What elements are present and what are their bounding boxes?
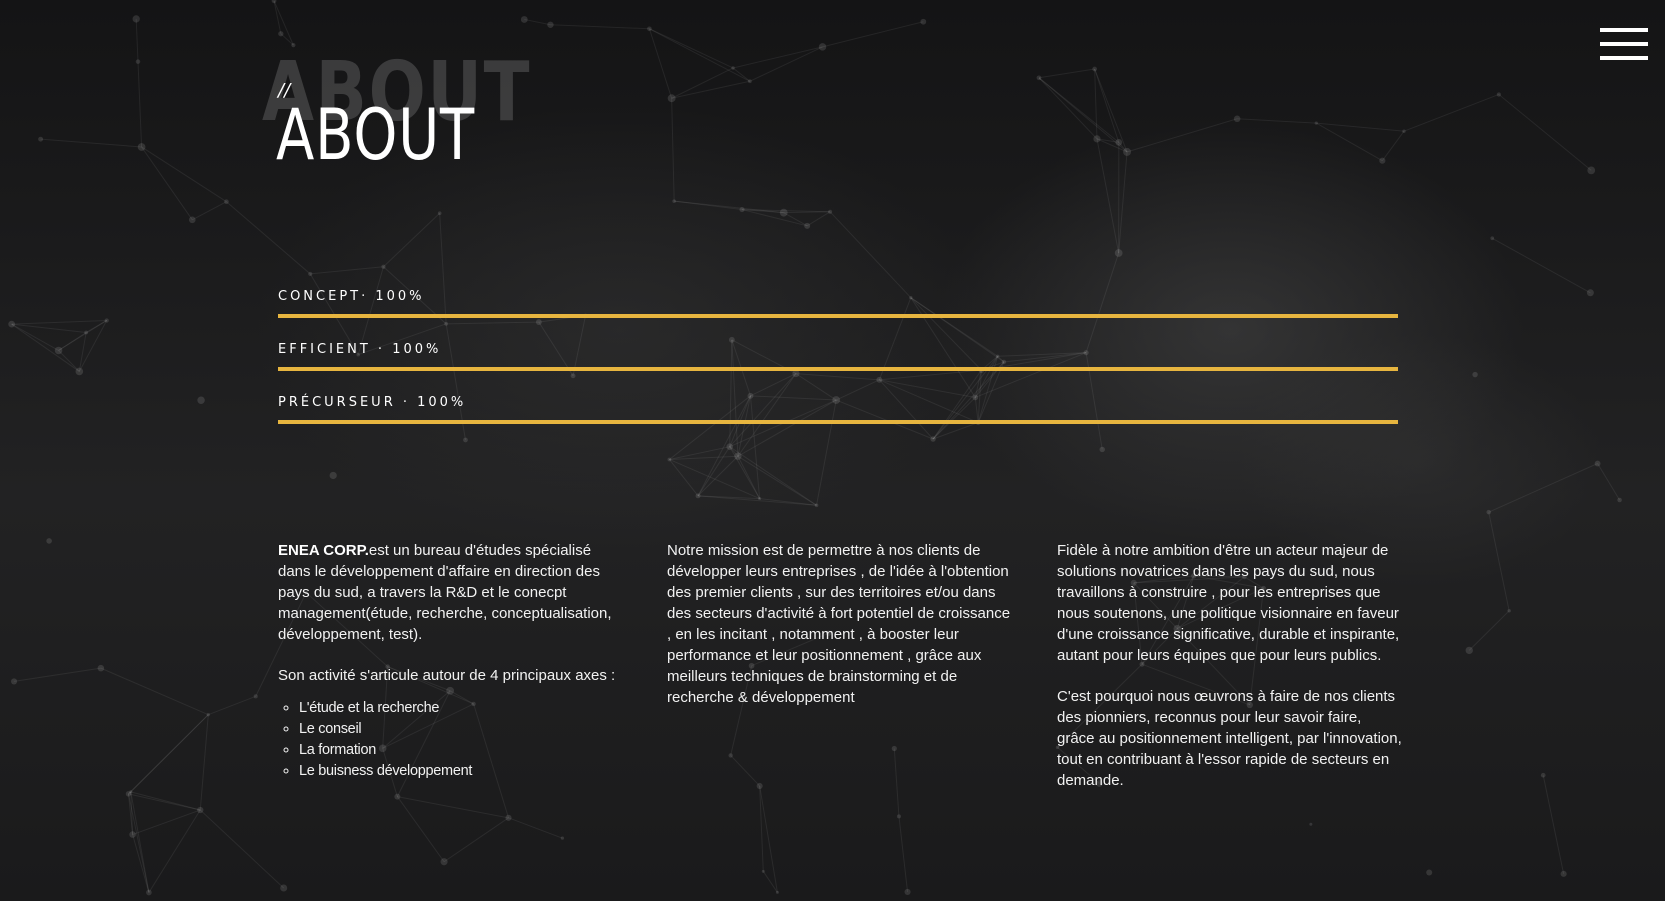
skill-label: PRÉCURSEUR · 100% [278,395,467,410]
mission-text: Notre mission est de permettre à nos cli… [667,542,1011,706]
about-column-middle: Notre mission est de permettre à nos cli… [667,540,1012,728]
list-item: L'étude et la recherche [299,698,623,719]
company-intro: ENEA CORP.est un bureau d'études spécial… [278,540,623,645]
axes-list: L'étude et la recherche Le conseil La fo… [278,698,623,782]
list-item: La formation [299,740,623,761]
list-item: Le buisness développement [299,761,623,782]
section-title: ABOUT [276,94,476,176]
skill-precurseur: PRÉCURSEUR · 100% [278,393,1398,446]
about-column-left: ENEA CORP.est un bureau d'études spécial… [278,540,623,782]
skill-bar-fill [278,314,1398,318]
skill-bar [278,314,1398,318]
skill-label: CONCEPT· 100% [278,289,425,304]
hamburger-menu-icon[interactable] [1600,28,1648,62]
skill-concept: CONCEPT· 100% [278,287,1398,340]
network-pattern [8,0,1622,896]
skill-efficient: EFFICIENT · 100% [278,340,1398,393]
skills-list: CONCEPT· 100% EFFICIENT · 100% PRÉCURSEU… [278,287,1398,446]
skill-bar [278,367,1398,371]
ambition-text: Fidèle à notre ambition d'être un acteur… [1057,542,1400,664]
skill-bar [278,420,1398,424]
skill-bar-fill [278,367,1398,371]
skill-bar-fill [278,420,1398,424]
company-name: ENEA CORP. [278,542,369,559]
list-item: Le conseil [299,719,623,740]
about-column-right: Fidèle à notre ambition d'être un acteur… [1057,540,1402,811]
axes-intro: Son activité s'articule autour de 4 prin… [278,667,616,684]
background-image [0,0,1665,901]
skill-label: EFFICIENT · 100% [278,342,442,357]
pioneers-text: C'est pourquoi nous œuvrons à faire de n… [1057,688,1402,789]
